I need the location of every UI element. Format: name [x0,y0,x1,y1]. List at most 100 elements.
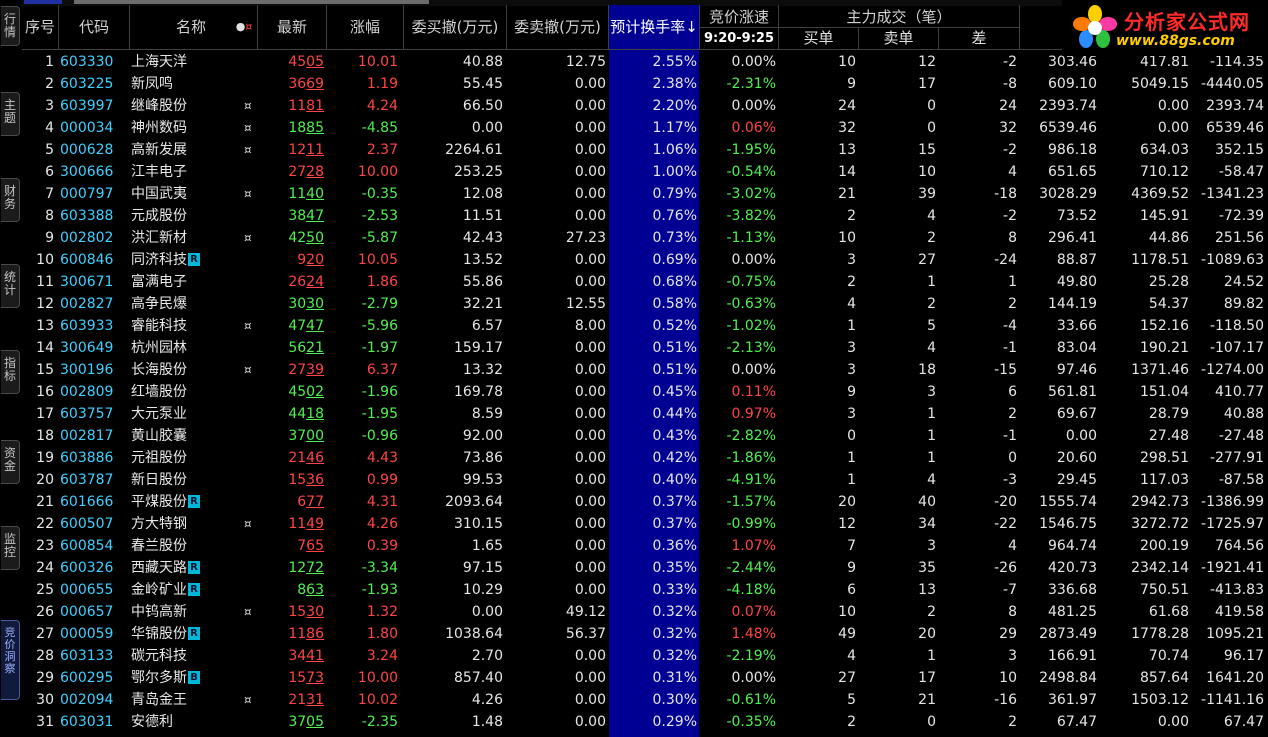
row-name-text: 西藏天路 [131,560,187,576]
header-mark[interactable]: ●¤ [232,5,256,49]
row-code: 600295 [60,670,114,686]
row-bid-cancel: 92.00 [462,428,503,444]
row-net: -1141.16 [1201,692,1264,708]
row-buy-in: 1546.75 [1039,516,1097,532]
row-bid-cancel: 857.40 [454,670,503,686]
row-auction: 0.07% [731,604,776,620]
table-row[interactable]: 16 002809 红墙股份 4502 -1.96 169.78 0.00 0.45% 0.11… [22,381,1268,403]
side-tab[interactable]: 指标 [1,350,20,394]
table-row[interactable]: 21 601666 平煤股份 R 677 4.31 2093.64 0.00 0.37% -1.5… [22,491,1268,513]
table-row[interactable]: 27 000059 华锦股份 R 1186 1.80 1038.64 56.37 0.32% 1.… [22,623,1268,645]
row-sell-out: 190.21 [1140,340,1189,356]
row-net: -72.39 [1218,208,1264,224]
header-ask-cancel[interactable]: 委卖撤(万元) [507,5,608,49]
row-buy-in: 420.73 [1048,560,1097,576]
row-price: 4250 [258,227,324,249]
row-buy-orders: 5 [847,692,856,708]
row-name: 方大特钢 [131,513,231,535]
row-sell-orders: 17 [918,670,936,686]
row-price-last-digits: 24 [306,274,324,290]
row-net: 352.15 [1215,142,1264,158]
side-tab[interactable]: 主题 [1,92,20,136]
row-diff: -3 [1003,472,1017,488]
table-row[interactable]: 31 603031 安德利 3705 -2.35 1.48 0.00 0.29% -0.35% 2… [22,711,1268,733]
row-buy-orders: 10 [838,54,856,70]
row-price-last-digits: 28 [306,164,324,180]
row-change: -1.97 [361,340,398,356]
table-row[interactable]: 6 300666 江丰电子 2728 10.00 253.25 0.00 1.00% -0.54… [22,161,1268,183]
row-code: 603757 [60,406,114,422]
row-change: -0.96 [361,428,398,444]
table-row[interactable]: 20 603787 新日股份 1536 0.99 99.53 0.00 0.40% -4.91%… [22,469,1268,491]
side-tab[interactable]: 竞价洞察 [1,620,20,700]
header-change[interactable]: 涨幅 [327,5,403,49]
header-diff[interactable]: 差 [939,28,1019,49]
row-seq: 31 [36,714,54,730]
header-bid-cancel[interactable]: 委买撤(万元) [404,5,506,49]
side-tab[interactable]: 资金 [1,440,20,484]
row-buy-in: 144.19 [1048,296,1097,312]
financing-badge-icon: R [188,494,200,508]
table-row[interactable]: 15 300196 长海股份 ¤ 2739 6.37 13.32 0.00 0.51% 0.00%… [22,359,1268,381]
table-row[interactable]: 24 600326 西藏天路 R 1272 -3.34 97.15 0.00 0.35% -2.4… [22,557,1268,579]
side-tab[interactable]: 行情 [1,6,20,46]
row-price-int: 37 [288,714,307,730]
side-tab[interactable]: 财务 [1,178,20,222]
row-name: 黄山胶囊 [131,425,231,447]
row-change: 1.86 [366,274,398,290]
table-row[interactable]: 4 000034 神州数码 ¤ 1885 -4.85 0.00 0.00 1.17% 0.06% 3… [22,117,1268,139]
header-buy-orders[interactable]: 买单 [779,28,858,49]
header-code[interactable]: 代码 [59,5,129,49]
table-row[interactable]: 26 000657 中钨高新 ¤ 1530 1.32 0.00 49.12 0.32% 0.07%… [22,601,1268,623]
table-row[interactable]: 5 000628 高新发展 ¤ 1211 2.37 2264.61 0.00 1.06% -1.9… [22,139,1268,161]
row-sell-orders: 3 [927,384,936,400]
table-row[interactable]: 23 600854 春兰股份 765 0.39 1.65 0.00 0.36% 1.07% 7 3 4… [22,535,1268,557]
table-row[interactable]: 13 603933 睿能科技 ¤ 4747 -5.96 6.57 8.00 0.52% -1.02… [22,315,1268,337]
table-row[interactable]: 12 002827 高争民爆 3030 -2.79 32.21 12.55 0.58% -0.6… [22,293,1268,315]
row-auction: -1.95% [726,142,776,158]
row-name: 华锦股份 R [131,623,231,645]
table-row[interactable]: 10 600846 同济科技 R 920 10.05 13.52 0.00 0.69% 0.00%… [22,249,1268,271]
table-row[interactable]: 14 300649 杭州园林 5621 -1.97 159.17 0.00 0.51% -2.1… [22,337,1268,359]
row-bid-cancel: 12.08 [462,186,503,202]
table-row[interactable]: 9 002802 洪汇新材 ¤ 4250 -5.87 42.43 27.23 0.73% -1.1… [22,227,1268,249]
header-seq[interactable]: 序号 [22,5,58,49]
row-seq: 5 [45,142,54,158]
table-row[interactable]: 30 002094 青岛金王 ¤ 2131 10.02 4.26 0.00 0.30% -0.61… [22,689,1268,711]
row-net: 1641.20 [1206,670,1264,686]
table-row[interactable]: 17 603757 大元泵业 4418 -1.95 8.59 0.00 0.44% 0.97% 3… [22,403,1268,425]
row-sell-out: 750.51 [1140,582,1189,598]
row-seq: 4 [45,120,54,136]
side-tab[interactable]: 监控 [1,526,20,570]
table-row[interactable]: 11 300671 富满电子 2624 1.86 55.86 0.00 0.68% -0.75%… [22,271,1268,293]
row-change: -1.93 [361,582,398,598]
horizontal-scrollbar[interactable] [74,0,429,4]
table-row[interactable]: 19 603886 元祖股份 2146 4.43 73.86 0.00 0.42% -1.86%… [22,447,1268,469]
table-row[interactable]: 2 603225 新凤鸣 3669 1.19 55.45 0.00 2.38% -2.31% 9 1… [22,73,1268,95]
row-net: 1095.21 [1206,626,1264,642]
table-row[interactable]: 28 603133 碳元科技 3441 3.24 2.70 0.00 0.32% -2.19% 4… [22,645,1268,667]
table-row[interactable]: 25 000655 金岭矿业 R 863 -1.93 10.29 0.00 0.33% -4.18… [22,579,1268,601]
side-tab[interactable]: 统计 [1,264,20,308]
table-row[interactable]: 7 000797 中国武夷 ¤ 1140 -0.35 12.08 0.00 0.79% -3.02… [22,183,1268,205]
header-sell-orders[interactable]: 卖单 [859,28,938,49]
row-price: 863 [258,579,324,601]
header-auction[interactable]: 竞价涨速 [700,5,778,27]
table-row[interactable]: 29 600295 鄂尔多斯 B 1573 10.00 857.40 0.00 0.31% 0.0… [22,667,1268,689]
table-row[interactable]: 18 002817 黄山胶囊 3700 -0.96 92.00 0.00 0.43% -2.82… [22,425,1268,447]
table-row[interactable]: 3 603997 继峰股份 ¤ 1181 4.24 66.50 0.00 2.20% 0.00% 2… [22,95,1268,117]
row-name: 上海天洋 [131,51,231,73]
table-row[interactable]: 22 600507 方大特钢 ¤ 1149 4.26 310.15 0.00 0.37% -0.9… [22,513,1268,535]
header-latest[interactable]: 最新 [258,5,326,49]
row-price-int: 12 [288,560,307,576]
row-buy-in: 33.66 [1056,318,1097,334]
table-row[interactable]: 8 603388 元成股份 3847 -2.53 11.51 0.00 0.76% -3.82%… [22,205,1268,227]
row-price-int: 26 [288,274,307,290]
header-turnover[interactable]: 预计换手率↓ [609,5,699,49]
row-turnover: 0.40% [652,472,697,488]
row-name: 中钨高新 [131,601,231,623]
row-name: 平煤股份 R [131,491,231,513]
header-main-deals[interactable]: 主力成交（笔） [779,5,1019,27]
row-price-int: 21 [288,450,307,466]
row-auction: -3.82% [726,208,776,224]
